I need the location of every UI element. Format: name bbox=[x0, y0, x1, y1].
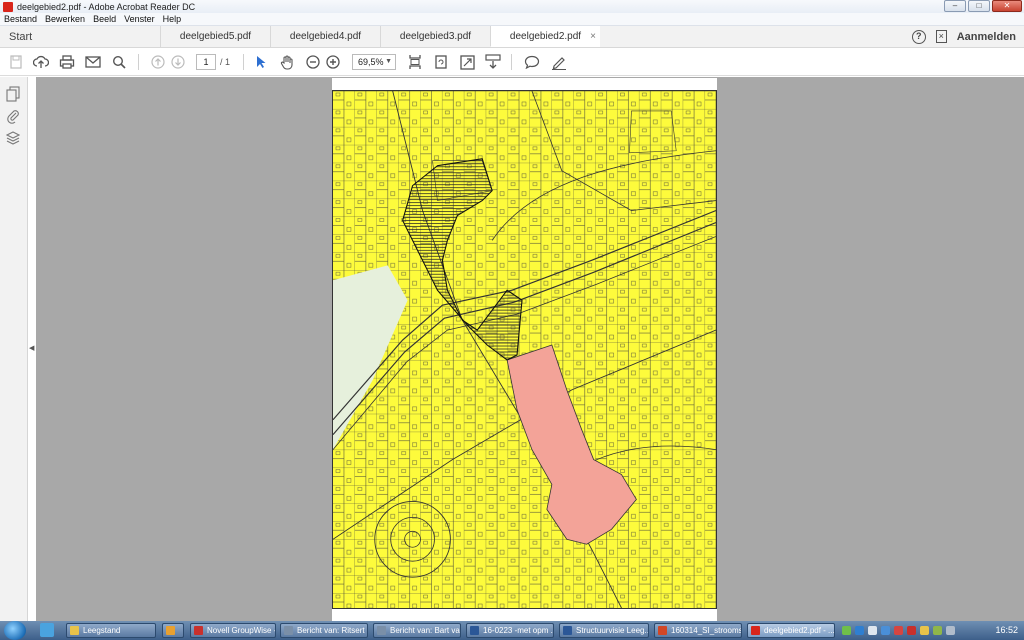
taskbar-item-label: Leegstand bbox=[83, 626, 121, 635]
folder-icon bbox=[70, 626, 79, 635]
groupwise-icon bbox=[194, 626, 203, 635]
network-tray-icon[interactable] bbox=[842, 626, 851, 635]
page-total: / 1 bbox=[220, 57, 231, 67]
taskbar-item-media[interactable] bbox=[162, 623, 184, 638]
media-player-icon bbox=[166, 626, 175, 635]
maximize-button[interactable]: □ bbox=[968, 0, 990, 12]
sign-icon[interactable] bbox=[551, 54, 567, 70]
menu-bar: Bestand Bewerken Beeld Venster Help bbox=[0, 13, 1024, 26]
page-thumbnails-icon[interactable] bbox=[6, 86, 22, 102]
expand-pane-icon[interactable]: ◀ bbox=[29, 344, 34, 352]
tab-deelgebied5[interactable]: deelgebied5.pdf bbox=[160, 26, 270, 47]
zoom-out-icon[interactable] bbox=[305, 54, 321, 70]
hand-icon[interactable] bbox=[279, 54, 295, 70]
account-area: ? × Aanmelden bbox=[911, 26, 1024, 47]
map-figure bbox=[332, 90, 717, 609]
taskbar-item-label: deelgebied2.pdf - ... bbox=[764, 626, 835, 635]
groupwise-tray-icon[interactable] bbox=[894, 626, 903, 635]
menu-help[interactable]: Help bbox=[163, 14, 182, 24]
shield-tray-icon[interactable] bbox=[920, 626, 929, 635]
clock[interactable]: 16:52 bbox=[995, 625, 1018, 635]
battery-tray-icon[interactable] bbox=[933, 626, 942, 635]
display-tray-icon[interactable] bbox=[881, 626, 890, 635]
tab-deelgebied2[interactable]: deelgebied2.pdf × bbox=[490, 26, 600, 47]
tab-close-icon[interactable]: × bbox=[590, 31, 596, 42]
taskbar-item-word-16-0223[interactable]: 16-0223 -met opm ... bbox=[466, 623, 554, 638]
search-icon[interactable] bbox=[111, 54, 127, 70]
taskbar-item-message-bart[interactable]: Bericht van: Bart va... bbox=[373, 623, 461, 638]
mobile-link-icon[interactable]: × bbox=[935, 30, 947, 43]
next-page-icon[interactable] bbox=[170, 54, 186, 70]
taskbar-item-label: Bericht van: Bart va... bbox=[390, 626, 461, 635]
menu-bewerken[interactable]: Bewerken bbox=[45, 14, 85, 24]
upload-icon[interactable] bbox=[33, 54, 49, 70]
taskbar-item-label: Structuurvisie Leeg... bbox=[576, 626, 649, 635]
menu-beeld[interactable]: Beeld bbox=[93, 14, 116, 24]
window-title: deelgebied2.pdf - Adobe Acrobat Reader D… bbox=[17, 1, 196, 12]
taskbar-item-powerpoint[interactable]: 160314_SI_strooms... bbox=[654, 623, 742, 638]
save-icon[interactable] bbox=[8, 54, 24, 70]
attachment-icon[interactable] bbox=[6, 108, 22, 124]
select-arrow-icon[interactable] bbox=[253, 54, 269, 70]
help-icon[interactable]: ? bbox=[911, 29, 926, 44]
zoom-value: 69,5% bbox=[358, 57, 384, 67]
message-icon bbox=[284, 626, 293, 635]
taskbar-item-acrobat[interactable]: deelgebied2.pdf - ... bbox=[747, 623, 835, 638]
tabs-row: Start deelgebied5.pdf deelgebied4.pdf de… bbox=[0, 26, 1024, 48]
acrobat-app-icon bbox=[3, 1, 13, 12]
zoom-in-icon[interactable] bbox=[325, 54, 341, 70]
scroll-mode-icon[interactable] bbox=[485, 54, 501, 70]
zoom-dropdown[interactable]: 69,5% ▼ bbox=[352, 54, 396, 70]
taskbar-item-message-ritsert[interactable]: Bericht van: Ritsert ... bbox=[280, 623, 368, 638]
tab-deelgebied3[interactable]: deelgebied3.pdf bbox=[380, 26, 490, 47]
rotate-icon[interactable] bbox=[433, 54, 449, 70]
taskbar-item-label: 160314_SI_strooms... bbox=[671, 626, 742, 635]
tab-start[interactable]: Start bbox=[0, 26, 160, 47]
pdf-page bbox=[332, 78, 717, 621]
tab-label: deelgebied4.pdf bbox=[289, 31, 362, 42]
taskbar-item-leegstand[interactable]: Leegstand bbox=[66, 623, 156, 638]
close-window-button[interactable]: ✕ bbox=[992, 0, 1022, 12]
tab-label: deelgebied2.pdf bbox=[509, 30, 582, 42]
document-view[interactable] bbox=[36, 77, 1024, 621]
taskbar-item-label: 16-0223 -met opm ... bbox=[483, 626, 554, 635]
powerpoint-icon bbox=[658, 626, 667, 635]
taskbar: Leegstand Novell GroupWise -... Bericht … bbox=[0, 621, 1024, 640]
comment-icon[interactable] bbox=[524, 54, 540, 70]
layers-icon[interactable] bbox=[5, 130, 22, 146]
zoning-map bbox=[333, 91, 716, 608]
taskbar-item-label: Novell GroupWise -... bbox=[207, 626, 276, 635]
message-icon bbox=[377, 626, 386, 635]
taskbar-item-label: Bericht van: Ritsert ... bbox=[297, 626, 368, 635]
toolbar: 1 / 1 69,5% ▼ bbox=[0, 48, 1024, 76]
fit-page-icon[interactable] bbox=[407, 54, 423, 70]
menu-venster[interactable]: Venster bbox=[124, 14, 155, 24]
prev-page-icon[interactable] bbox=[150, 54, 166, 70]
title-bar: deelgebied2.pdf - Adobe Acrobat Reader D… bbox=[0, 0, 1024, 13]
update-tray-icon[interactable] bbox=[868, 626, 877, 635]
tab-label: deelgebied5.pdf bbox=[179, 31, 252, 42]
volume-tray-icon[interactable] bbox=[946, 626, 955, 635]
security-tray-icon[interactable] bbox=[855, 626, 864, 635]
acrobat-icon bbox=[751, 626, 760, 635]
tab-label: deelgebied3.pdf bbox=[399, 31, 472, 42]
print-icon[interactable] bbox=[59, 54, 75, 70]
word-icon bbox=[470, 626, 479, 635]
signin-button[interactable]: Aanmelden bbox=[957, 31, 1016, 43]
email-icon[interactable] bbox=[85, 54, 101, 70]
page-number-input[interactable]: 1 bbox=[196, 54, 216, 70]
minimize-button[interactable]: – bbox=[944, 0, 966, 12]
taskbar-item-word-structuurvisie[interactable]: Structuurvisie Leeg... bbox=[559, 623, 649, 638]
full-screen-icon[interactable] bbox=[459, 54, 475, 70]
internet-explorer-icon[interactable] bbox=[40, 623, 54, 637]
navigation-pane bbox=[0, 77, 28, 621]
chevron-down-icon: ▼ bbox=[385, 58, 392, 65]
n-tray-icon[interactable] bbox=[907, 626, 916, 635]
tab-deelgebied4[interactable]: deelgebied4.pdf bbox=[270, 26, 380, 47]
menu-bestand[interactable]: Bestand bbox=[4, 14, 37, 24]
word-icon bbox=[563, 626, 572, 635]
taskbar-item-groupwise[interactable]: Novell GroupWise -... bbox=[190, 623, 276, 638]
start-button[interactable] bbox=[4, 621, 26, 640]
window-controls: – □ ✕ bbox=[944, 0, 1022, 12]
